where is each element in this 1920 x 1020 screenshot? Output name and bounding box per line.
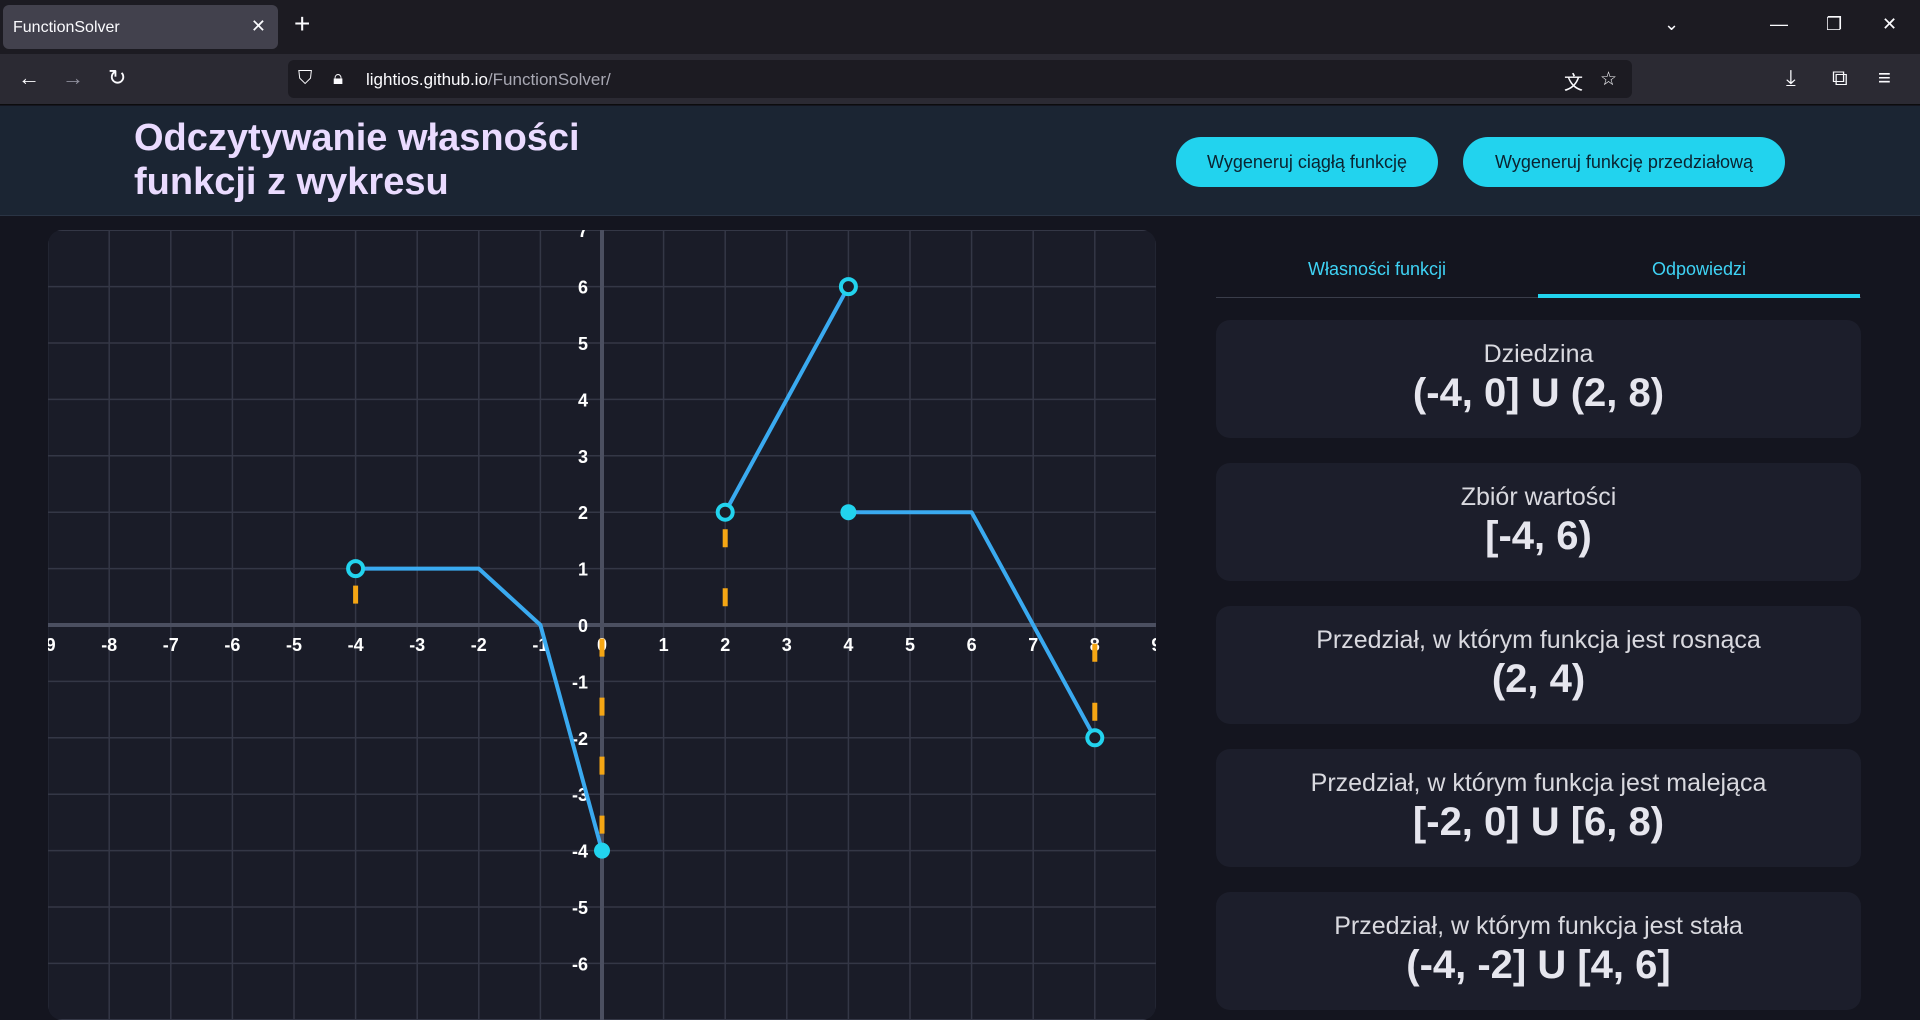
x-tick-label: 1 xyxy=(659,635,669,655)
card-label: Przedział, w którym funkcja jest malejąc… xyxy=(1310,769,1767,797)
new-tab-icon[interactable]: + xyxy=(294,10,310,38)
minimize-icon[interactable]: — xyxy=(1770,14,1788,35)
y-tick-label: -4 xyxy=(572,842,588,862)
x-tick-label: 2 xyxy=(720,635,730,655)
graph-canvas[interactable]: -9-8-7-6-5-4-3-2-10123456789-6-5-4-3-2-1… xyxy=(48,230,1156,1020)
url-bar[interactable]: ⛉ 🔒︎ lightios.github.io/FunctionSolver/ … xyxy=(288,60,1632,98)
arrow-left-icon[interactable]: ← xyxy=(18,66,40,90)
card-label: Zbiór wartości xyxy=(1460,483,1617,511)
reload-icon[interactable]: ↻ xyxy=(108,66,126,90)
card-value: [-2, 0] U [6, 8) xyxy=(1412,800,1665,844)
open-endpoint xyxy=(715,502,735,522)
generate-piecewise-button[interactable]: Wygeneruj funkcję przedziałową xyxy=(1463,137,1785,187)
answer-card-decreasing: Przedział, w którym funkcja jest malejąc… xyxy=(1216,749,1861,867)
answer-card-domain: Dziedzina (-4, 0] U (2, 8) xyxy=(1216,320,1861,438)
shield-icon[interactable]: ⛉ xyxy=(298,68,312,90)
generate-continuous-button[interactable]: Wygeneruj ciągłą funkcję xyxy=(1176,137,1438,187)
tab-odpowiedzi[interactable]: Odpowiedzi xyxy=(1538,240,1860,298)
browser-tabbar: FunctionSolver ✕ + ⌄ — ❐ ✕ xyxy=(0,0,1920,54)
y-tick-label: 5 xyxy=(578,334,588,354)
open-endpoint xyxy=(346,559,366,579)
x-tick-label: -8 xyxy=(101,635,117,655)
close-window-icon[interactable]: ✕ xyxy=(1882,14,1897,35)
card-label: Dziedzina xyxy=(1483,340,1594,368)
card-value: (-4, 0] U (2, 8) xyxy=(1412,371,1665,415)
y-tick-label: 3 xyxy=(578,447,588,467)
url-text[interactable]: lightios.github.io/FunctionSolver/ xyxy=(366,70,611,90)
x-tick-label: -9 xyxy=(48,635,56,655)
puzzle-icon[interactable]: ⧉ xyxy=(1832,66,1848,90)
x-tick-label: -3 xyxy=(409,635,425,655)
y-tick-label: 4 xyxy=(578,390,588,410)
card-label: Przedział, w którym funkcja jest stała xyxy=(1334,912,1743,940)
x-tick-label: 9 xyxy=(1151,635,1156,655)
browser-toolbar: ← → ↻ ⛉ 🔒︎ lightios.github.io/FunctionSo… xyxy=(0,54,1920,105)
browser-tab[interactable]: FunctionSolver ✕ xyxy=(3,5,278,49)
y-tick-label: -1 xyxy=(572,672,588,692)
panel-tabs: Własności funkcji Odpowiedzi xyxy=(1216,240,1861,298)
restore-icon[interactable]: ❐ xyxy=(1826,14,1842,35)
y-tick-label: 1 xyxy=(578,560,588,580)
card-value: (-4, -2] U [4, 6] xyxy=(1406,943,1671,987)
card-value: (2, 4) xyxy=(1491,657,1586,701)
y-tick-label: -5 xyxy=(572,898,588,918)
x-tick-label: 5 xyxy=(905,635,915,655)
star-icon[interactable]: ☆ xyxy=(1600,68,1617,91)
x-tick-label: 7 xyxy=(1028,635,1038,655)
y-tick-label: 0 xyxy=(578,616,588,636)
answer-card-range: Zbiór wartości [-4, 6) xyxy=(1216,463,1861,581)
x-tick-label: 6 xyxy=(967,635,977,655)
closed-endpoint xyxy=(594,842,610,859)
download-icon[interactable]: ⤓ xyxy=(1786,66,1796,90)
x-tick-label: 3 xyxy=(782,635,792,655)
x-tick-label: -2 xyxy=(471,635,487,655)
close-tab-icon[interactable]: ✕ xyxy=(251,16,266,37)
answer-card-increasing: Przedział, w którym funkcja jest rosnąca… xyxy=(1216,606,1861,724)
open-endpoint xyxy=(1085,728,1105,748)
arrow-right-icon[interactable]: → xyxy=(62,66,84,90)
open-endpoint xyxy=(838,277,858,297)
app-header: Odczytywanie własności funkcji z wykresu… xyxy=(0,106,1920,216)
x-tick-label: -4 xyxy=(348,635,364,655)
x-tick-label: -6 xyxy=(224,635,240,655)
y-tick-label: 2 xyxy=(578,503,588,523)
x-tick-label: -5 xyxy=(286,635,302,655)
hamburger-icon[interactable]: ≡ xyxy=(1878,66,1891,90)
answer-card-constant: Przedział, w którym funkcja jest stała (… xyxy=(1216,892,1861,1010)
x-tick-label: 4 xyxy=(843,635,853,655)
function-graph[interactable]: -9-8-7-6-5-4-3-2-10123456789-6-5-4-3-2-1… xyxy=(48,230,1156,1020)
lock-icon[interactable]: 🔒︎ xyxy=(333,68,343,90)
chevron-down-icon[interactable]: ⌄ xyxy=(1664,14,1679,35)
page-title: Odczytywanie własności funkcji z wykresu xyxy=(134,117,580,203)
card-value: [-4, 6) xyxy=(1485,514,1592,558)
y-tick-label: 7 xyxy=(578,230,588,241)
tab-title: FunctionSolver xyxy=(13,19,120,36)
card-label: Przedział, w którym funkcja jest rosnąca xyxy=(1316,626,1761,654)
translate-icon[interactable]: 文 xyxy=(1564,68,1583,95)
x-tick-label: -7 xyxy=(163,635,179,655)
tab-wlasnosci[interactable]: Własności funkcji xyxy=(1216,240,1538,298)
y-tick-label: -6 xyxy=(572,954,588,974)
y-tick-label: 6 xyxy=(578,278,588,298)
closed-endpoint xyxy=(840,504,857,521)
